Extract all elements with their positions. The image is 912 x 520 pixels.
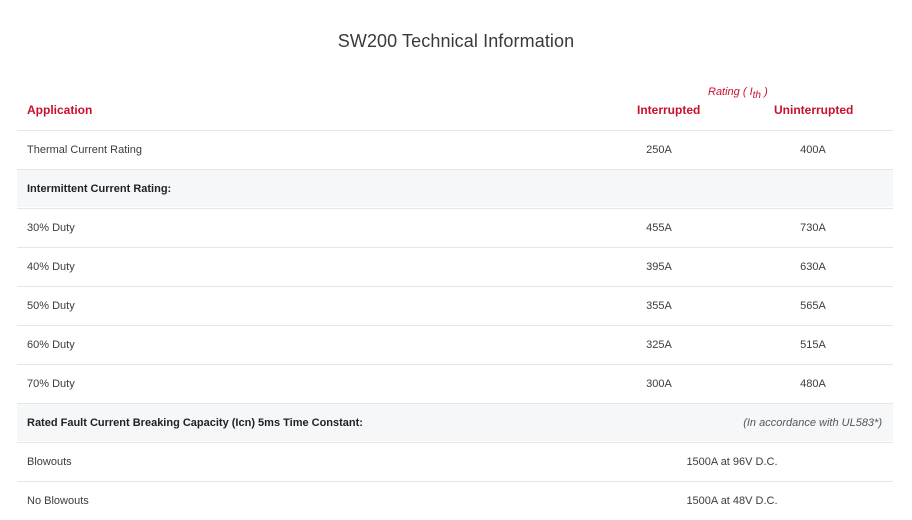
row-label: 40% Duty bbox=[27, 261, 75, 273]
row-label: No Blowouts bbox=[27, 495, 89, 507]
header-uninterrupted: Uninterrupted bbox=[774, 103, 854, 117]
header-interrupted: Interrupted bbox=[637, 103, 701, 117]
rating-caption-main: Rating ( bbox=[708, 86, 747, 98]
cell-merged-value: 1500A at 48V D.C. bbox=[686, 495, 778, 507]
table-row: 30% Duty 455A 730A bbox=[17, 208, 893, 246]
row-label: Blowouts bbox=[27, 456, 72, 468]
cell-uninterrupted: 400A bbox=[800, 144, 826, 156]
cell-interrupted: 355A bbox=[646, 300, 672, 312]
rating-caption-sub: th bbox=[752, 90, 761, 102]
cell-interrupted: 395A bbox=[646, 261, 672, 273]
table-row: 60% Duty 325A 515A bbox=[17, 325, 893, 363]
table-row: 70% Duty 300A 480A bbox=[17, 364, 893, 402]
section-row-fault: Rated Fault Current Breaking Capacity (I… bbox=[17, 403, 893, 441]
cell-uninterrupted: 480A bbox=[800, 378, 826, 390]
cell-uninterrupted: 515A bbox=[800, 339, 826, 351]
row-label: Thermal Current Rating bbox=[27, 144, 142, 156]
cell-uninterrupted: 730A bbox=[800, 222, 826, 234]
cell-interrupted: 325A bbox=[646, 339, 672, 351]
section-label: Rated Fault Current Breaking Capacity (I… bbox=[27, 417, 363, 429]
section-note: (In accordance with UL583*) bbox=[743, 417, 882, 429]
rating-caption-end: ) bbox=[764, 86, 768, 98]
table-row: 50% Duty 355A 565A bbox=[17, 286, 893, 324]
cell-interrupted: 455A bbox=[646, 222, 672, 234]
rating-caption: Rating ( Ith ) bbox=[708, 86, 768, 101]
cell-uninterrupted: 630A bbox=[800, 261, 826, 273]
cell-interrupted: 250A bbox=[646, 144, 672, 156]
cell-merged-value: 1500A at 96V D.C. bbox=[686, 456, 778, 468]
section-label: Intermittent Current Rating: bbox=[27, 183, 172, 195]
row-label: 70% Duty bbox=[27, 378, 75, 390]
cell-interrupted: 300A bbox=[646, 378, 672, 390]
table-row-thermal: Thermal Current Rating 250A 400A bbox=[17, 130, 893, 168]
row-label: 60% Duty bbox=[27, 339, 75, 351]
header-application: Application bbox=[27, 103, 93, 117]
page-title: SW200 Technical Information bbox=[337, 31, 575, 51]
row-label: 50% Duty bbox=[27, 300, 75, 312]
table-row: 40% Duty 395A 630A bbox=[17, 247, 893, 285]
table-row: Blowouts 1500A at 96V D.C. bbox=[17, 442, 893, 480]
row-label: 30% Duty bbox=[27, 222, 75, 234]
cell-uninterrupted: 565A bbox=[800, 300, 826, 312]
table-row: No Blowouts 1500A at 48V D.C. bbox=[17, 481, 893, 519]
section-row-intermittent: Intermittent Current Rating: bbox=[17, 169, 893, 207]
